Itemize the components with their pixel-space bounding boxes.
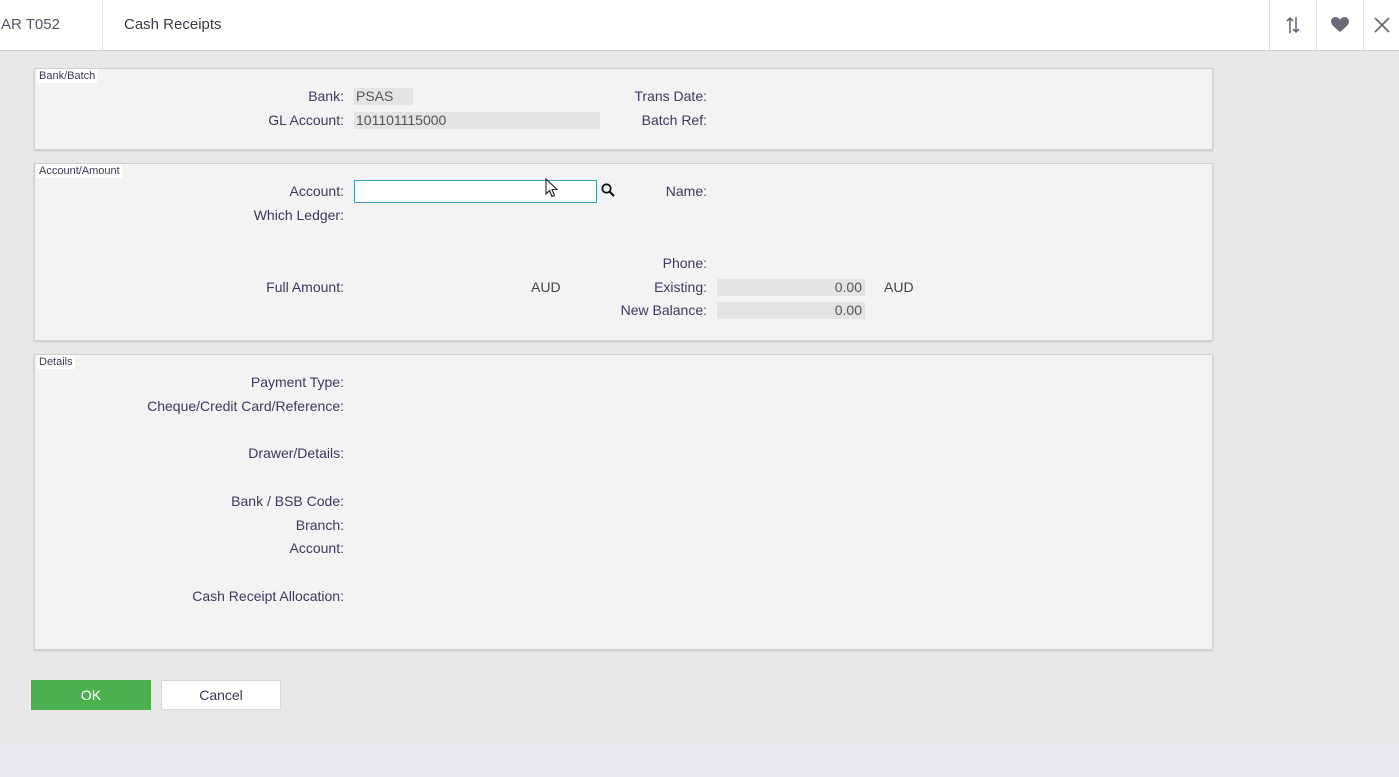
existing-currency: AUD <box>884 279 914 295</box>
top-bar: AR T052 Cash Receipts <box>0 0 1399 51</box>
page-title: Cash Receipts <box>124 16 222 33</box>
program-code: AR T052 <box>0 0 103 50</box>
ok-button[interactable]: OK <box>31 680 151 710</box>
sort-arrows-icon <box>1285 15 1301 35</box>
new-balance-value: 0.00 <box>717 302 865 319</box>
footer-strip <box>0 744 1399 777</box>
account-input[interactable] <box>354 180 597 203</box>
bsb-code-label: Bank / BSB Code: <box>231 493 344 509</box>
group-title: Bank/Batch <box>37 69 98 83</box>
account-amount-group: Account/Amount Account: Name: Which Ledg… <box>34 163 1213 341</box>
branch-label: Branch: <box>295 517 344 533</box>
search-icon <box>601 182 615 202</box>
gl-account-value: 101101115000 <box>354 112 600 129</box>
existing-label: Existing: <box>654 279 707 295</box>
mouse-pointer-icon <box>545 177 559 203</box>
account-search-button[interactable] <box>598 182 618 202</box>
details-group: Details Payment Type: Cheque/Credit Card… <box>34 354 1213 650</box>
bank-batch-group: Bank/Batch Bank: PSAS GL Account: 101101… <box>34 68 1213 150</box>
payment-type-label: Payment Type: <box>250 374 344 390</box>
sort-button[interactable] <box>1269 0 1316 50</box>
details-account-label: Account: <box>289 540 344 556</box>
group-title: Account/Amount <box>37 164 122 178</box>
which-ledger-label: Which Ledger: <box>253 207 344 223</box>
full-amount-currency: AUD <box>531 279 561 295</box>
close-icon <box>1373 16 1391 34</box>
favorite-button[interactable] <box>1316 0 1363 50</box>
bank-value: PSAS <box>354 88 413 105</box>
trans-date-label: Trans Date: <box>634 88 707 104</box>
full-amount-label: Full Amount: <box>266 279 344 295</box>
reference-label: Cheque/Credit Card/Reference: <box>147 398 344 414</box>
name-label: Name: <box>665 183 707 199</box>
group-title: Details <box>37 355 75 369</box>
bank-label: Bank: <box>308 88 344 104</box>
gl-account-label: GL Account: <box>268 112 344 128</box>
account-label: Account: <box>289 183 344 199</box>
close-button[interactable] <box>1363 0 1399 50</box>
heart-icon <box>1331 17 1349 33</box>
phone-label: Phone: <box>662 255 707 271</box>
cancel-button[interactable]: Cancel <box>161 680 281 710</box>
drawer-details-label: Drawer/Details: <box>248 445 344 461</box>
cash-receipt-allocation-label: Cash Receipt Allocation: <box>192 588 344 604</box>
batch-ref-label: Batch Ref: <box>641 112 707 128</box>
new-balance-label: New Balance: <box>620 302 707 318</box>
existing-value: 0.00 <box>717 279 865 296</box>
